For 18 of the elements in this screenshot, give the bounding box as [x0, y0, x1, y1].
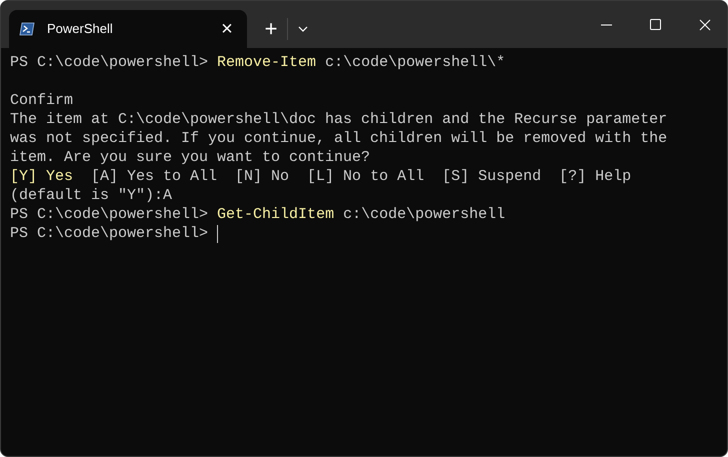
new-tab-button[interactable]: + — [255, 18, 287, 40]
terminal-line: was not specified. If you continue, all children will be removed with the — [10, 129, 668, 148]
terminal-line: PS C:\code\powershell> Get-ChildItem c:\code\powershell — [10, 205, 506, 224]
tab-title: PowerShell — [47, 20, 114, 38]
terminal-icon — [19, 22, 35, 36]
minimize-icon[interactable] — [601, 24, 612, 26]
tab[interactable]: PowerShell × — [9, 10, 247, 48]
terminal-line: [Y] Yes [A] Yes to All [N] No [L] No to All [S] Suspend [?] Help — [10, 167, 632, 186]
close-icon[interactable] — [699, 18, 711, 30]
terminal-line: Confirm — [10, 91, 74, 110]
terminal-line: item. Are you sure you want to continue? — [10, 148, 370, 167]
chevron-down-icon[interactable] — [298, 26, 308, 32]
terminal-line: PS C:\code\powershell> Remove-Item c:\code\powershell\* — [10, 53, 506, 72]
terminal-line: (default is "Y"):A — [10, 186, 172, 205]
terminal-line: The item at C:\code\powershell\doc has children and the Recurse parameter — [10, 110, 668, 129]
maximize-icon[interactable] — [650, 19, 661, 30]
close-tab-button[interactable]: × — [217, 19, 237, 39]
terminal-line: PS C:\code\powershell> — [10, 224, 210, 243]
